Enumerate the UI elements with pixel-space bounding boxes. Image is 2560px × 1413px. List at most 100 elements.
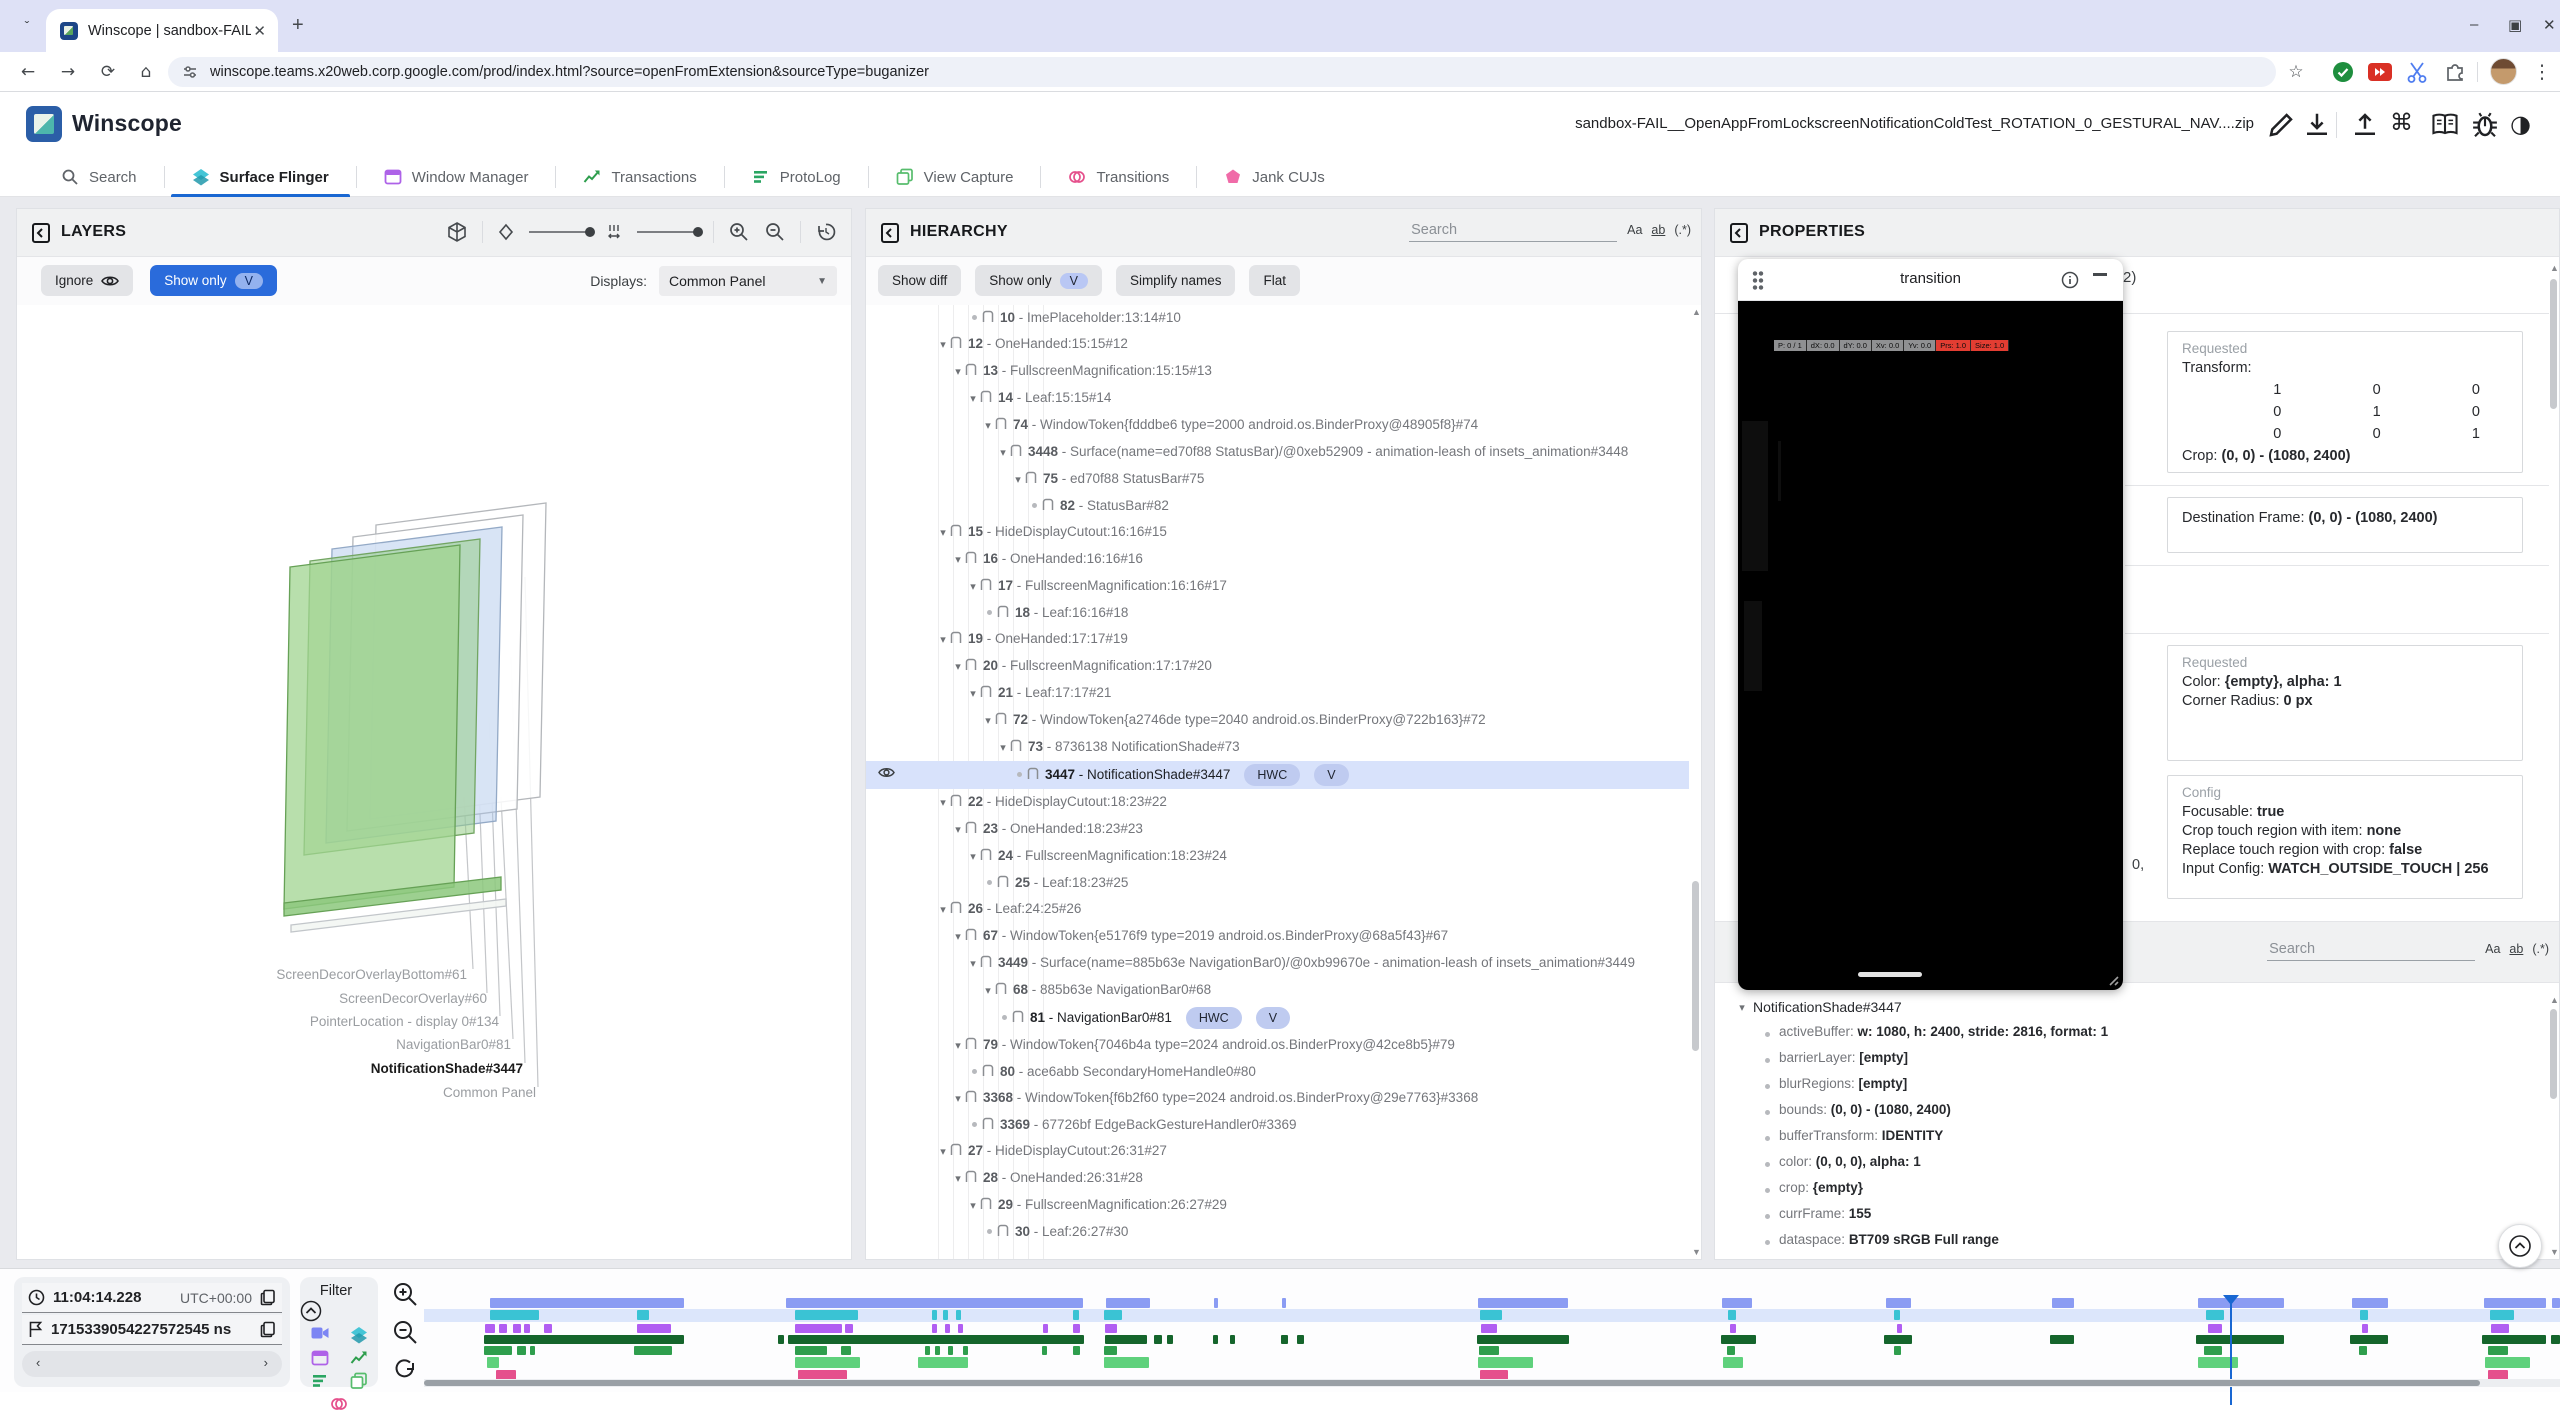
hierarchy-row-75[interactable]: ▾75 - ed70f88 StatusBar#75 [866, 466, 1689, 493]
window-manager-segment[interactable] [795, 1324, 842, 1333]
surface-flinger-segment[interactable] [1728, 1310, 1736, 1320]
screen-recording-segment[interactable] [2052, 1298, 2074, 1308]
transactions-segment[interactable] [1477, 1335, 1569, 1344]
search-match-options[interactable]: Aaab(.*) [2485, 942, 2549, 961]
screen-recording-segment[interactable] [786, 1298, 1083, 1308]
protolog-icon[interactable] [311, 1372, 329, 1390]
transition-overlay-card[interactable]: transition P: 0 / 1dX: 0.0dY: 0.0Xv: 0.0… [1738, 259, 2123, 990]
hierarchy-row-3447[interactable]: 3447 - NotificationShade#3447HWCV [866, 761, 1689, 789]
resize-handle-icon[interactable] [2105, 972, 2119, 986]
window-manager-segment[interactable] [1073, 1324, 1080, 1333]
transactions-segment[interactable] [1213, 1335, 1218, 1344]
hierarchy-row-28[interactable]: ▾28 - OneHanded:26:31#28 [866, 1165, 1689, 1192]
expand-arrow-icon[interactable]: ▾ [981, 416, 995, 436]
property-row-bufferTransform[interactable]: bufferTransform: IDENTITY [1715, 1125, 2547, 1151]
transactions-icon[interactable] [350, 1349, 368, 1367]
expand-arrow-icon[interactable]: ▾ [951, 820, 965, 840]
view-capture-segment[interactable] [1723, 1357, 1743, 1368]
hierarchy-search-input[interactable] [1409, 219, 1617, 242]
timeline-hscrollbar[interactable] [424, 1379, 2560, 1387]
hierarchy-row-21[interactable]: ▾21 - Leaf:17:17#21 [866, 680, 1689, 707]
protolog-segment[interactable] [963, 1346, 968, 1355]
tab-transactions[interactable]: Transactions [556, 158, 723, 197]
protolog-segment[interactable] [2488, 1346, 2508, 1355]
surface-flinger-segment[interactable] [1073, 1310, 1079, 1320]
view-capture-segment[interactable] [795, 1357, 860, 1368]
download-icon[interactable] [2302, 110, 2332, 140]
transitions-icon[interactable] [330, 1395, 348, 1413]
view-capture-segment[interactable] [2485, 1357, 2530, 1368]
shortcuts-icon[interactable]: ⌘ [2390, 110, 2420, 140]
surface-flinger-segment[interactable] [943, 1310, 948, 1320]
hierarchy-row-27[interactable]: ▾27 - HideDisplayCutout:26:31#27 [866, 1138, 1689, 1165]
hierarchy-row-10[interactable]: 10 - ImePlaceholder:13:14#10 [866, 305, 1689, 331]
hierarchy-row-24[interactable]: ▾24 - FullscreenMagnification:18:23#24 [866, 843, 1689, 870]
properties-node-row[interactable]: ▾ NotificationShade#3447 [1715, 995, 2547, 1021]
hierarchy-row-3448[interactable]: ▾3448 - Surface(name=ed70f88 StatusBar)/… [866, 439, 1689, 466]
transactions-segment[interactable] [1721, 1335, 1756, 1344]
window-manager-segment[interactable] [2362, 1324, 2368, 1333]
surface-flinger-segment[interactable] [1480, 1310, 1502, 1320]
transactions-segment[interactable] [1105, 1335, 1147, 1344]
protolog-segment[interactable] [2204, 1346, 2222, 1355]
surface-flinger-segment[interactable] [2206, 1310, 2224, 1320]
timeline-tracks[interactable] [424, 1295, 2560, 1379]
timeline-cursor-line[interactable] [2230, 1304, 2232, 1405]
layer-label[interactable]: NavigationBar0#81 [396, 1037, 511, 1052]
expand-arrow-icon[interactable]: ▾ [951, 550, 965, 570]
zoom-out-icon[interactable] [764, 221, 786, 243]
hierarchy-row-12[interactable]: ▾12 - OneHanded:15:15#12 [866, 331, 1689, 358]
profile-avatar[interactable] [2490, 58, 2517, 85]
window-close-icon[interactable]: ✕ [2543, 16, 2556, 34]
expand-arrow-icon[interactable]: ▾ [951, 1036, 965, 1056]
minimize-icon[interactable] [2093, 273, 2107, 276]
ns-time-field[interactable]: 1715339054227572545 ns [22, 1315, 282, 1345]
screen-recording-segment[interactable] [1478, 1298, 1568, 1308]
search-match-options[interactable]: Aaab(.*) [1627, 223, 1691, 242]
window-manager-icon[interactable] [311, 1349, 329, 1367]
hierarchy-row-16[interactable]: ▾16 - OneHanded:16:16#16 [866, 546, 1689, 573]
hierarchy-row-20[interactable]: ▾20 - FullscreenMagnification:17:17#20 [866, 653, 1689, 680]
hierarchy-row-22[interactable]: ▾22 - HideDisplayCutout:18:23#22 [866, 789, 1689, 816]
expand-arrow-icon[interactable]: ▾ [966, 847, 980, 867]
protolog-segment[interactable] [1042, 1346, 1047, 1355]
expand-arrow-icon[interactable]: ▾ [936, 630, 950, 650]
protolog-segment[interactable] [948, 1346, 953, 1355]
browser-menu-icon[interactable]: ⋮ [2528, 58, 2556, 86]
human-time-field[interactable]: 11:04:14.228 UTC+00:00 [22, 1283, 282, 1313]
collapse-panel-icon[interactable] [31, 222, 51, 244]
layer-label[interactable]: Common Panel [443, 1085, 536, 1100]
edit-pencil-icon[interactable] [2266, 110, 2296, 140]
back-icon[interactable]: ← [14, 58, 42, 86]
theme-toggle-icon[interactable]: ◑ [2510, 110, 2540, 140]
hierarchy-button-flat[interactable]: Flat [1249, 265, 1300, 296]
view-capture-segment[interactable] [1104, 1357, 1149, 1368]
reset-view-icon[interactable] [815, 221, 837, 243]
timeline-zoom-out-icon[interactable] [392, 1319, 418, 1345]
collapse-timeline-button[interactable] [2498, 1224, 2542, 1268]
protolog-segment[interactable] [484, 1346, 512, 1355]
properties-search-input[interactable] [2267, 938, 2475, 961]
expand-arrow-icon[interactable]: ▾ [981, 981, 995, 1001]
transactions-segment[interactable] [1281, 1335, 1288, 1344]
protolog-segment[interactable] [634, 1346, 672, 1355]
tab-close-icon[interactable]: ✕ [251, 22, 268, 40]
protolog-segment[interactable] [935, 1346, 940, 1355]
window-manager-segment[interactable] [2208, 1324, 2222, 1333]
copy-icon[interactable] [260, 1289, 276, 1306]
bookmark-star-icon[interactable]: ☆ [2282, 58, 2310, 86]
hierarchy-row-19[interactable]: ▾19 - OneHanded:17:17#19 [866, 626, 1689, 653]
window-manager-segment[interactable] [513, 1324, 521, 1333]
transactions-segment[interactable] [1297, 1335, 1304, 1344]
layer-label[interactable]: ScreenDecorOverlay#60 [339, 991, 487, 1006]
expand-arrow-icon[interactable]: ▾ [1735, 1001, 1749, 1014]
window-minimize-icon[interactable]: – [2470, 16, 2478, 33]
surface-flinger-segment[interactable] [637, 1310, 649, 1320]
tab-view-capture[interactable]: View Capture [869, 158, 1041, 197]
new-tab-button[interactable]: + [292, 15, 304, 35]
hierarchy-row-18[interactable]: 18 - Leaf:16:16#18 [866, 600, 1689, 626]
window-manager-segment[interactable] [1105, 1324, 1117, 1333]
expand-arrow-icon[interactable]: ▾ [951, 362, 965, 382]
expand-arrow-icon[interactable]: ▾ [1011, 470, 1025, 490]
screen-recording-segment[interactable] [2198, 1298, 2284, 1308]
